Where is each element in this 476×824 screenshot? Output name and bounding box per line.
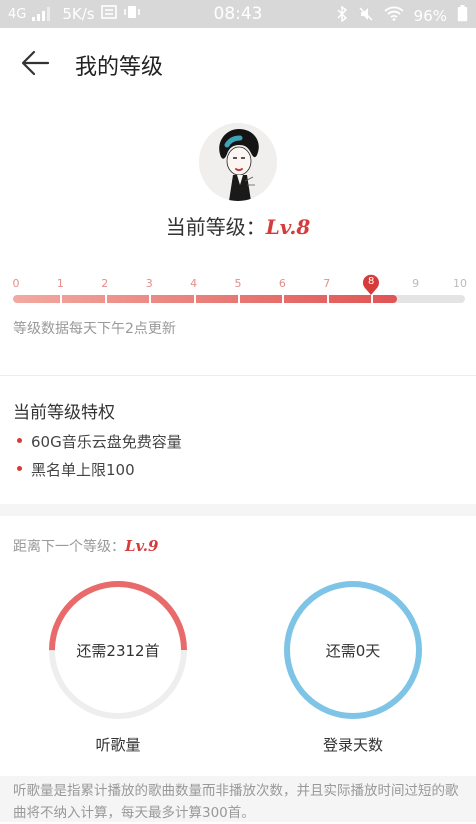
level-tick-label: 7 bbox=[323, 277, 331, 290]
level-tick-label: 4 bbox=[190, 277, 198, 290]
section-separator bbox=[0, 504, 476, 516]
status-right: 96% bbox=[336, 5, 468, 26]
level-segment-divider bbox=[149, 295, 152, 303]
level-progress-bar bbox=[13, 295, 465, 303]
mute-icon bbox=[358, 6, 374, 26]
level-tick-label: 1 bbox=[56, 277, 64, 290]
current-level-label: 当前等级： bbox=[165, 215, 266, 239]
divider bbox=[0, 375, 476, 376]
update-note: 等级数据每天下午2点更新 bbox=[13, 321, 176, 337]
battery-level: 96% bbox=[413, 6, 447, 25]
level-segment-divider bbox=[60, 295, 63, 303]
arrow-left-icon bbox=[21, 50, 50, 76]
level-segment-divider bbox=[326, 295, 329, 303]
level-tick-label: 3 bbox=[145, 277, 153, 290]
level-segment-divider bbox=[238, 295, 240, 303]
level-tick-label: 6 bbox=[278, 277, 286, 290]
wifi-icon bbox=[384, 6, 404, 25]
next-level-value: Lv.9 bbox=[125, 537, 159, 555]
next-level: 距离下一个等级：Lv.9 bbox=[13, 536, 158, 556]
listen-remaining: 还需2312首 bbox=[76, 642, 160, 660]
avatar[interactable] bbox=[199, 123, 277, 201]
privilege-item: 60G音乐云盘免费容量 bbox=[17, 431, 182, 452]
level-segment-divider bbox=[104, 295, 107, 303]
next-level-label: 距离下一个等级： bbox=[13, 539, 125, 555]
login-remaining: 还需0天 bbox=[325, 642, 381, 660]
level-segment-divider bbox=[371, 295, 374, 303]
avatar-illustration bbox=[199, 123, 277, 201]
level-tick-label: 5 bbox=[234, 277, 242, 290]
level-progress-fill bbox=[13, 295, 398, 303]
bluetooth-icon bbox=[336, 5, 348, 26]
status-bar: 4G 5K/s 08:43 96% bbox=[0, 0, 476, 28]
privileges-title: 当前等级特权 bbox=[13, 403, 115, 423]
level-ticks: 0 1 2 3 4 5 6 7 8 9 10 bbox=[0, 277, 476, 291]
login-caption: 登录天数 bbox=[322, 736, 383, 754]
privilege-item: 黑名单上限100 bbox=[17, 459, 135, 480]
battery-icon bbox=[457, 5, 468, 26]
current-level-marker: 8 bbox=[361, 274, 381, 296]
page-title: 我的等级 bbox=[75, 55, 164, 80]
footnote: 听歌量是指累计播放的歌曲数量而非播放次数，并且实际播放时间过短的歌曲将不纳入计算… bbox=[0, 776, 476, 822]
current-level-value: Lv.8 bbox=[265, 215, 311, 239]
level-segment-divider bbox=[193, 295, 196, 303]
level-segment-divider bbox=[282, 295, 285, 303]
level-tick-label: 0 bbox=[12, 277, 20, 290]
level-tick-label: 2 bbox=[101, 277, 109, 290]
listen-caption: 听歌量 bbox=[95, 736, 141, 754]
level-tick-label: 10 bbox=[453, 277, 467, 290]
current-level-marker-number: 8 bbox=[368, 276, 375, 287]
level-tick-label: 9 bbox=[412, 277, 420, 290]
current-level: 当前等级：Lv.8 bbox=[0, 211, 476, 240]
back-button[interactable] bbox=[18, 48, 52, 78]
header: 我的等级 bbox=[0, 28, 476, 98]
